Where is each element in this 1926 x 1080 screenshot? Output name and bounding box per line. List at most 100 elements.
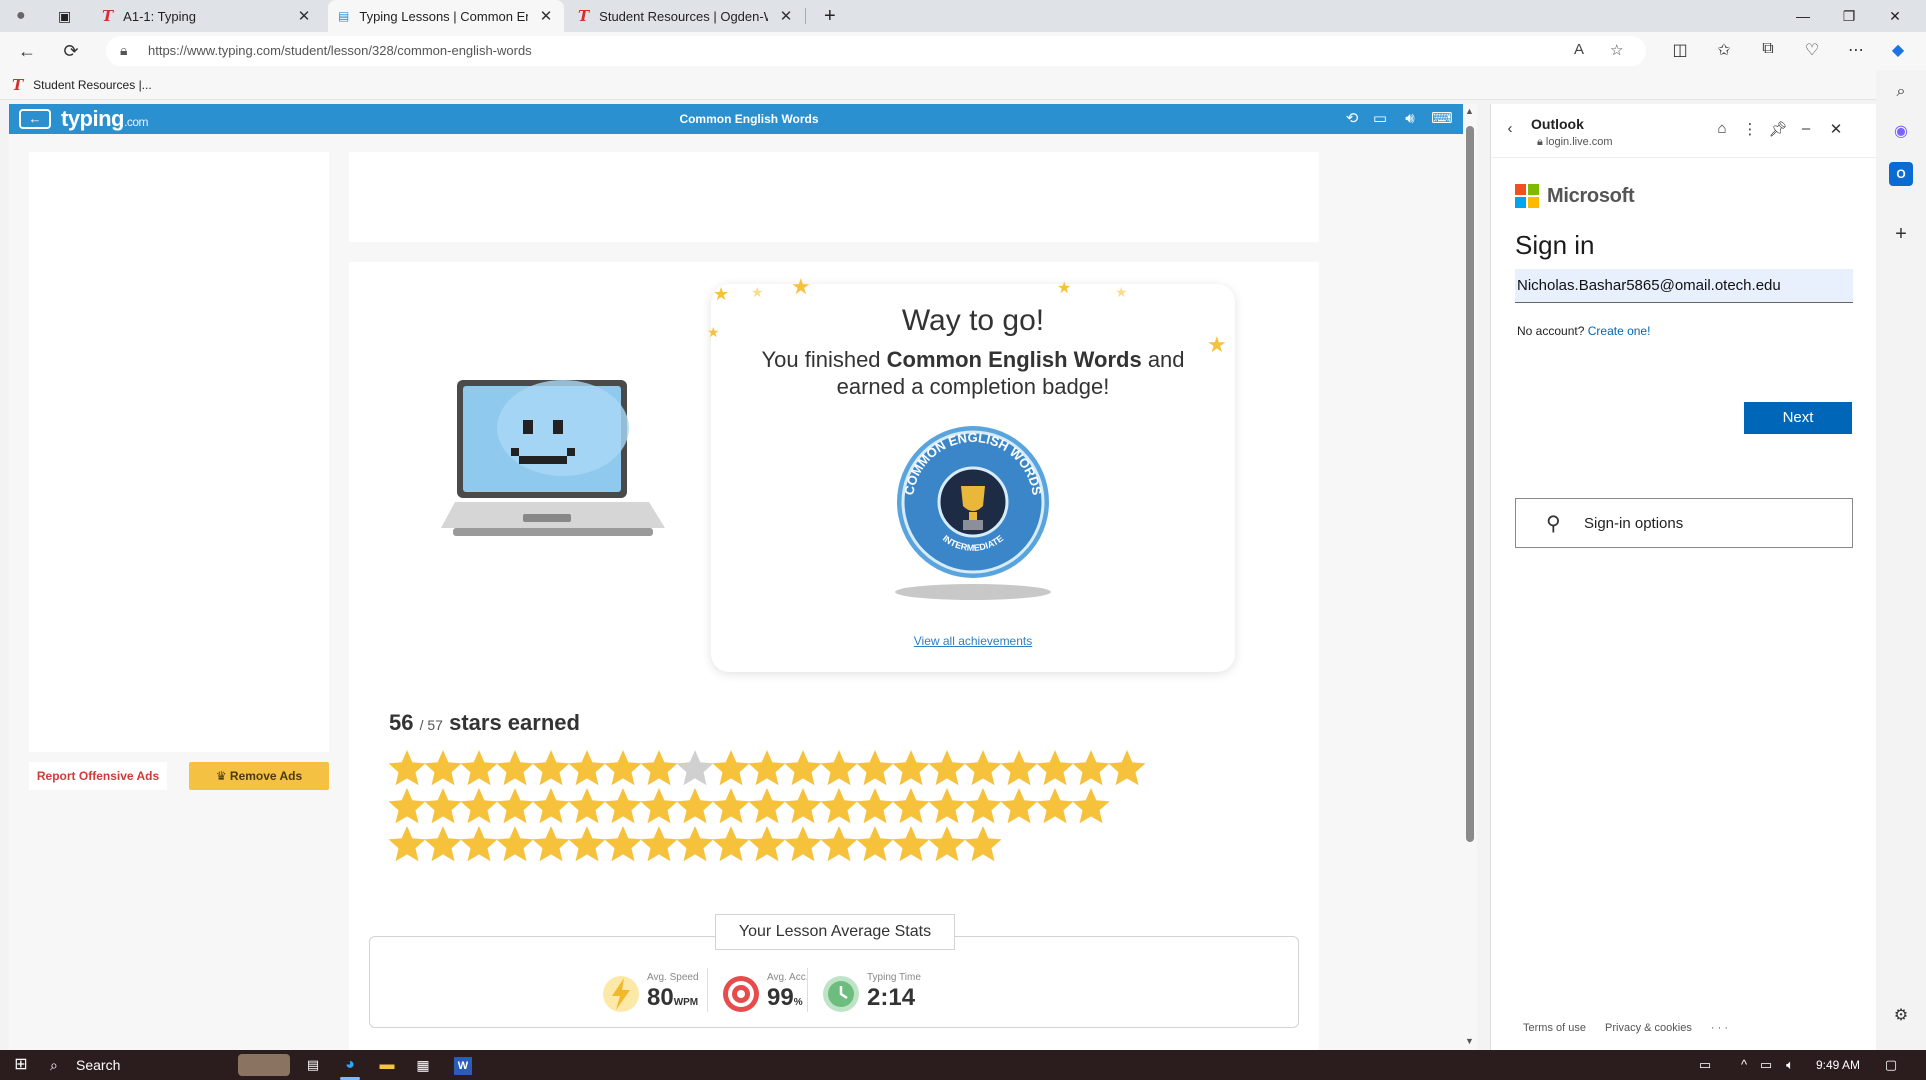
- tab-student-resources[interactable]: T Student Resources | Ogden-Web ✕: [568, 0, 804, 32]
- taskbar-clock[interactable]: 9:49 AM: [1808, 1050, 1868, 1080]
- star-icon: [460, 788, 498, 824]
- key-search-icon: ⚲: [1546, 513, 1561, 535]
- scroll-up-icon[interactable]: ▲: [1465, 106, 1474, 116]
- tab-a1-typing[interactable]: T A1-1: Typing ✕: [92, 0, 322, 32]
- add-app-icon[interactable]: +: [1889, 222, 1913, 246]
- stats-title: Your Lesson Average Stats: [715, 914, 955, 950]
- windows-start-icon[interactable]: ⊞: [6, 1050, 36, 1080]
- profile-button[interactable]: ●: [6, 0, 48, 32]
- close-window-button[interactable]: ✕: [1872, 0, 1918, 32]
- confetti-star-icon: ★: [713, 284, 730, 304]
- store-icon[interactable]: ▦: [408, 1050, 438, 1080]
- close-icon[interactable]: ✕: [1825, 120, 1847, 138]
- search-icon[interactable]: ⌕: [1889, 80, 1913, 104]
- star-icon: [712, 826, 750, 862]
- close-icon[interactable]: ✕: [778, 7, 794, 25]
- read-aloud-icon[interactable]: A: [1574, 41, 1584, 58]
- lesson-back-button[interactable]: ←: [19, 109, 51, 129]
- back-button[interactable]: ←: [12, 36, 42, 66]
- star-icon: [964, 750, 1002, 786]
- favorite-student-resources[interactable]: T Student Resources |...: [12, 76, 152, 94]
- page-scrollbar[interactable]: ▲ ▼: [1463, 104, 1477, 1050]
- terms-link[interactable]: Terms of use: [1523, 1022, 1586, 1034]
- scrollbar-thumb[interactable]: [1466, 126, 1474, 842]
- view-all-achievements-link[interactable]: View all achievements: [711, 634, 1235, 648]
- stars-total: / 57: [419, 717, 443, 733]
- back-chevron-icon[interactable]: ‹: [1499, 120, 1521, 137]
- report-ads-button[interactable]: Report Offensive Ads: [29, 762, 167, 790]
- favorite-star-icon[interactable]: ☆: [1610, 41, 1623, 59]
- star-icon: [928, 750, 966, 786]
- word-icon[interactable]: W: [448, 1050, 478, 1080]
- typing-logo[interactable]: typing.com: [61, 106, 149, 132]
- star-icon: [784, 750, 822, 786]
- tab-title: Student Resources | Ogden-Web: [599, 8, 768, 24]
- more-footer-link[interactable]: · · ·: [1711, 1022, 1728, 1034]
- close-icon[interactable]: ✕: [538, 7, 554, 25]
- stat-number: 99: [767, 984, 794, 1011]
- star-icon: [604, 826, 642, 862]
- outlook-side-pane: ‹ Outlook 🔒︎ login.live.com ⌂ ⋮ 📌︎ – ✕ M…: [1490, 104, 1877, 1050]
- edge-taskbar-icon[interactable]: ◕: [334, 1050, 366, 1080]
- star-icon: [496, 788, 534, 824]
- favorites-bar: T Student Resources |...: [0, 70, 1926, 100]
- browser-essentials-icon[interactable]: ♡: [1800, 40, 1824, 60]
- minimize-icon[interactable]: –: [1795, 120, 1817, 137]
- scroll-down-icon[interactable]: ▼: [1465, 1036, 1474, 1046]
- refresh-button[interactable]: ⟳: [56, 36, 86, 66]
- new-tab-button[interactable]: +: [814, 0, 854, 32]
- typing-t-logo-icon: T: [578, 7, 590, 25]
- lock-icon: 🔒︎: [1537, 136, 1546, 148]
- keyboard-input-icon[interactable]: ▭: [1690, 1050, 1720, 1080]
- more-options-icon[interactable]: ⋮: [1739, 120, 1761, 138]
- ad-space-left: [29, 152, 329, 752]
- star-icon: [532, 750, 570, 786]
- outlook-app-icon[interactable]: O: [1889, 162, 1913, 186]
- notifications-icon[interactable]: ▢: [1876, 1050, 1906, 1080]
- next-button[interactable]: Next: [1744, 402, 1852, 434]
- file-explorer-icon[interactable]: ▬: [372, 1050, 402, 1080]
- home-icon[interactable]: ⌂: [1711, 120, 1733, 137]
- more-menu-icon[interactable]: ⋯: [1844, 40, 1868, 60]
- restore-button[interactable]: ❐: [1826, 0, 1872, 32]
- volume-icon[interactable]: 🔊︎: [1399, 109, 1421, 129]
- settings-gear-icon[interactable]: ⚙: [1889, 1004, 1913, 1028]
- close-icon[interactable]: ✕: [296, 7, 312, 25]
- star-icon: [1072, 750, 1110, 786]
- create-account-link[interactable]: Create one!: [1588, 324, 1651, 338]
- copilot-app-icon[interactable]: ◉: [1889, 120, 1913, 144]
- empty-star-icon: [676, 750, 714, 786]
- history-icon[interactable]: ⟲: [1341, 109, 1363, 129]
- minimize-button[interactable]: ―: [1780, 0, 1826, 32]
- tab-actions-button[interactable]: ▣: [48, 0, 88, 32]
- task-view-icon[interactable]: ▤: [298, 1050, 328, 1080]
- stat-value: 2:14: [867, 984, 915, 1012]
- network-icon[interactable]: ▭: [1756, 1050, 1776, 1080]
- crown-icon: ♛: [215, 769, 227, 783]
- star-icon: [892, 750, 930, 786]
- message-lesson-name: Common English Words: [886, 347, 1142, 372]
- email-field[interactable]: Nicholas.Bashar5865@omail.otech.edu: [1515, 269, 1853, 303]
- tab-typing-lessons[interactable]: ▤ Typing Lessons | Common Englis ✕: [328, 0, 564, 32]
- sign-in-options-button[interactable]: ⚲ Sign-in options: [1515, 498, 1853, 548]
- split-screen-icon[interactable]: ◫: [1668, 40, 1692, 60]
- tab-strip: ● ▣ T A1-1: Typing ✕ ▤ Typing Lessons | …: [0, 0, 1926, 32]
- tab-title: Typing Lessons | Common Englis: [359, 8, 528, 24]
- pin-icon[interactable]: 📌︎: [1767, 120, 1789, 138]
- stat-value: 99%: [767, 984, 803, 1012]
- collections-icon[interactable]: ⧉: [1756, 40, 1780, 58]
- star-icon: [928, 826, 966, 862]
- favorites-icon[interactable]: ✩: [1712, 40, 1736, 60]
- typing-header-bar: ← typing.com Common English Words ⟲ ▭ 🔊︎…: [9, 104, 1471, 134]
- remove-ads-button[interactable]: ♛ Remove Ads: [189, 762, 329, 790]
- search-icon: ⌕: [50, 1057, 58, 1073]
- privacy-link[interactable]: Privacy & cookies: [1605, 1022, 1692, 1034]
- chat-icon[interactable]: ▭: [1369, 109, 1391, 129]
- keyboard-icon[interactable]: ⌨: [1429, 109, 1455, 129]
- url-bar[interactable]: 🔒︎ https://www.typing.com/student/lesson…: [106, 36, 1646, 66]
- copilot-icon[interactable]: ◆: [1886, 40, 1910, 60]
- star-icon: [712, 788, 750, 824]
- laptop-mascot-illustration: [441, 380, 665, 536]
- show-hidden-icons-chevron-icon[interactable]: ^: [1734, 1050, 1754, 1080]
- volume-muted-icon[interactable]: 🔈︎: [1778, 1050, 1802, 1080]
